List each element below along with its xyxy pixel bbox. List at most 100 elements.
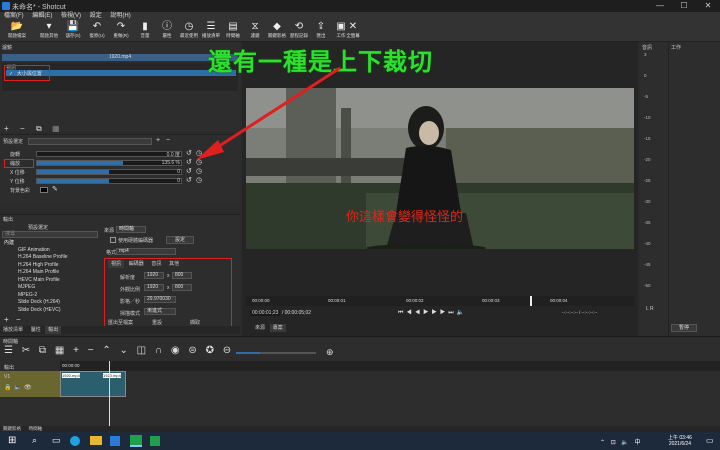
presets-search[interactable]: 搜尋 bbox=[2, 231, 98, 238]
close-button[interactable]: ✕ bbox=[696, 0, 720, 12]
configure-button[interactable]: 設定 bbox=[166, 236, 194, 244]
edge-icon[interactable] bbox=[70, 436, 80, 446]
paste-icon[interactable]: ▦ bbox=[55, 345, 64, 356]
zoom-slider[interactable] bbox=[236, 352, 316, 354]
tab-audio[interactable]: 音訊 bbox=[148, 260, 164, 268]
timeline-button[interactable]: ▤ 時間軸 bbox=[222, 21, 244, 41]
paste-filter-icon[interactable]: ▦ bbox=[52, 124, 60, 133]
keyframe-icon[interactable]: ◷ bbox=[196, 176, 202, 184]
remove-filter-icon[interactable]: − bbox=[20, 124, 25, 133]
preset-item[interactable]: Slide Deck (HEVC) bbox=[18, 307, 61, 313]
history-button[interactable]: ⟲ 歷程記錄 bbox=[288, 21, 310, 41]
system-tray-icons[interactable]: ⌃ ⊡ 🔈 中 bbox=[600, 437, 643, 446]
fps-input[interactable]: 29.970030 bbox=[144, 296, 176, 303]
store-icon[interactable] bbox=[110, 436, 120, 446]
app-taskbar-icon[interactable] bbox=[150, 436, 160, 446]
tab-properties[interactable]: 屬性 bbox=[28, 326, 44, 334]
preset-item[interactable]: GIF Animation bbox=[18, 247, 50, 253]
preset-item[interactable]: MPEG-2 bbox=[18, 292, 37, 298]
hw-encoder-checkbox[interactable] bbox=[110, 237, 116, 243]
skip-next-icon[interactable]: ⏭ bbox=[448, 310, 456, 316]
color-picker-icon[interactable]: ✎ bbox=[52, 185, 58, 193]
notification-icon[interactable]: ▭ bbox=[706, 436, 714, 445]
open-file-button[interactable]: 📂 開啟檔案 bbox=[6, 21, 28, 41]
aspect-height[interactable]: 800 bbox=[172, 284, 192, 291]
add-preset-export-icon[interactable]: + bbox=[4, 315, 9, 324]
preset-item[interactable]: HEVC Main Profile bbox=[18, 277, 60, 283]
menu-file[interactable]: 檔案(F) bbox=[4, 13, 24, 19]
minimize-button[interactable]: — bbox=[648, 0, 672, 12]
maximize-button[interactable]: ☐ bbox=[672, 0, 696, 12]
filter-row-value[interactable]: 0 bbox=[150, 178, 180, 184]
tab-video[interactable]: 視訊 bbox=[108, 260, 125, 268]
playlist-button[interactable]: ☰ 播放清單 bbox=[200, 21, 222, 41]
fullscreen-button[interactable]: ✕ 全螢幕 bbox=[342, 21, 364, 41]
source-select[interactable]: 時間軸 bbox=[116, 226, 146, 233]
snap-icon[interactable]: ∩ bbox=[155, 345, 162, 356]
tab-project[interactable]: 專案 bbox=[269, 324, 286, 332]
tab-keyframes[interactable]: 關鍵影格 bbox=[0, 425, 24, 432]
tab-codec[interactable]: 編碼器 bbox=[126, 260, 147, 268]
menu-settings[interactable]: 設定 bbox=[90, 13, 102, 19]
scan-select[interactable]: 漸進式 bbox=[144, 308, 176, 315]
windows-start-icon[interactable]: ⊞ bbox=[8, 436, 18, 446]
export-file-button[interactable]: 匯出至檔案 bbox=[108, 319, 133, 326]
resolution-width[interactable]: 1920 bbox=[144, 272, 164, 279]
eye-icon[interactable]: 👁 bbox=[24, 384, 32, 391]
scrub-icon[interactable]: ◉ bbox=[171, 345, 180, 356]
peak-meter-button[interactable]: ▮ 音量 bbox=[134, 21, 156, 41]
search-icon[interactable]: ⌕ bbox=[32, 435, 37, 446]
split-icon[interactable]: ◫ bbox=[137, 345, 146, 356]
preset-item[interactable]: Slide Deck (H.264) bbox=[18, 299, 60, 305]
filter-row-value[interactable]: 135.6 % bbox=[150, 160, 180, 166]
stop-capture-button[interactable]: 擷取 bbox=[190, 319, 200, 326]
rewind-icon[interactable]: ◀◀ bbox=[406, 310, 423, 316]
tab-timeline[interactable]: 時間軸 bbox=[26, 425, 46, 432]
preset-item[interactable]: H.264 Baseline Profile bbox=[18, 254, 67, 260]
reset-button[interactable]: 重設 bbox=[152, 319, 162, 326]
remove-preset-icon[interactable]: − bbox=[166, 137, 170, 144]
overwrite-icon[interactable]: ⌄ bbox=[120, 345, 128, 356]
filter-row-value[interactable]: 0.0 度 bbox=[150, 151, 180, 158]
menu-edit[interactable]: 編輯(E) bbox=[32, 13, 52, 19]
file-explorer-icon[interactable] bbox=[90, 436, 102, 445]
add-filter-icon[interactable]: + bbox=[4, 124, 9, 133]
append-icon[interactable]: + bbox=[73, 345, 79, 356]
properties-button[interactable]: ⓘ 屬性 bbox=[156, 21, 178, 41]
volume-icon[interactable]: 🔈 bbox=[457, 310, 467, 316]
cut-icon[interactable]: ✂ bbox=[22, 345, 30, 356]
remove-preset-export-icon[interactable]: − bbox=[16, 315, 21, 324]
menu-view[interactable]: 檢視(V) bbox=[61, 13, 81, 19]
ripple-all-icon[interactable]: ✪ bbox=[206, 345, 214, 356]
mute-icon[interactable]: 🔈 bbox=[14, 384, 21, 391]
aspect-width[interactable]: 1920 bbox=[144, 284, 164, 291]
ripple-delete-icon[interactable]: − bbox=[88, 345, 94, 356]
zoom-out-icon[interactable]: ⊖ bbox=[223, 345, 231, 356]
track-header-v1[interactable]: V1 🔒 🔈 👁 bbox=[0, 371, 60, 397]
preset-item[interactable]: H.264 Main Profile bbox=[18, 269, 59, 275]
playhead[interactable] bbox=[530, 296, 532, 306]
copy-filter-icon[interactable]: ⧉ bbox=[36, 124, 42, 134]
format-select[interactable]: mp4 bbox=[116, 248, 176, 255]
task-view-icon[interactable]: ▭ bbox=[52, 435, 61, 446]
recent-button[interactable]: ◷ 最近使用 bbox=[178, 21, 200, 41]
reset-icon[interactable]: ↺ bbox=[186, 176, 192, 184]
tab-source[interactable]: 來源 bbox=[252, 324, 268, 332]
shotcut-taskbar-icon[interactable] bbox=[130, 435, 142, 447]
copy-icon[interactable]: ⧉ bbox=[39, 345, 46, 356]
undo-button[interactable]: ↶ 復原(U) bbox=[86, 21, 108, 41]
timeline-menu-icon[interactable]: ☰ bbox=[4, 345, 13, 356]
lock-icon[interactable]: 🔒 bbox=[4, 384, 11, 391]
timeline-playhead[interactable] bbox=[109, 361, 110, 427]
add-preset-icon[interactable]: + bbox=[156, 137, 160, 144]
tab-export[interactable]: 輸出 bbox=[45, 326, 62, 334]
open-other-button[interactable]: ▾ 開啟其他 bbox=[38, 21, 60, 41]
keyframe-icon[interactable]: ◷ bbox=[196, 167, 202, 175]
pause-jobs-button[interactable]: 暫停 bbox=[671, 324, 697, 332]
reset-icon[interactable]: ↺ bbox=[186, 167, 192, 175]
tree-group-builtin[interactable]: 內建 bbox=[4, 239, 14, 246]
player-ruler[interactable]: 00:00:00 00:00:01 00:00:02 00:00:03 00:0… bbox=[246, 296, 634, 306]
position-timecode[interactable]: 00:00:01;23 bbox=[250, 310, 281, 316]
filter-row-value[interactable]: 0 bbox=[150, 169, 180, 175]
zoom-in-icon[interactable]: ⊕ bbox=[326, 347, 334, 358]
